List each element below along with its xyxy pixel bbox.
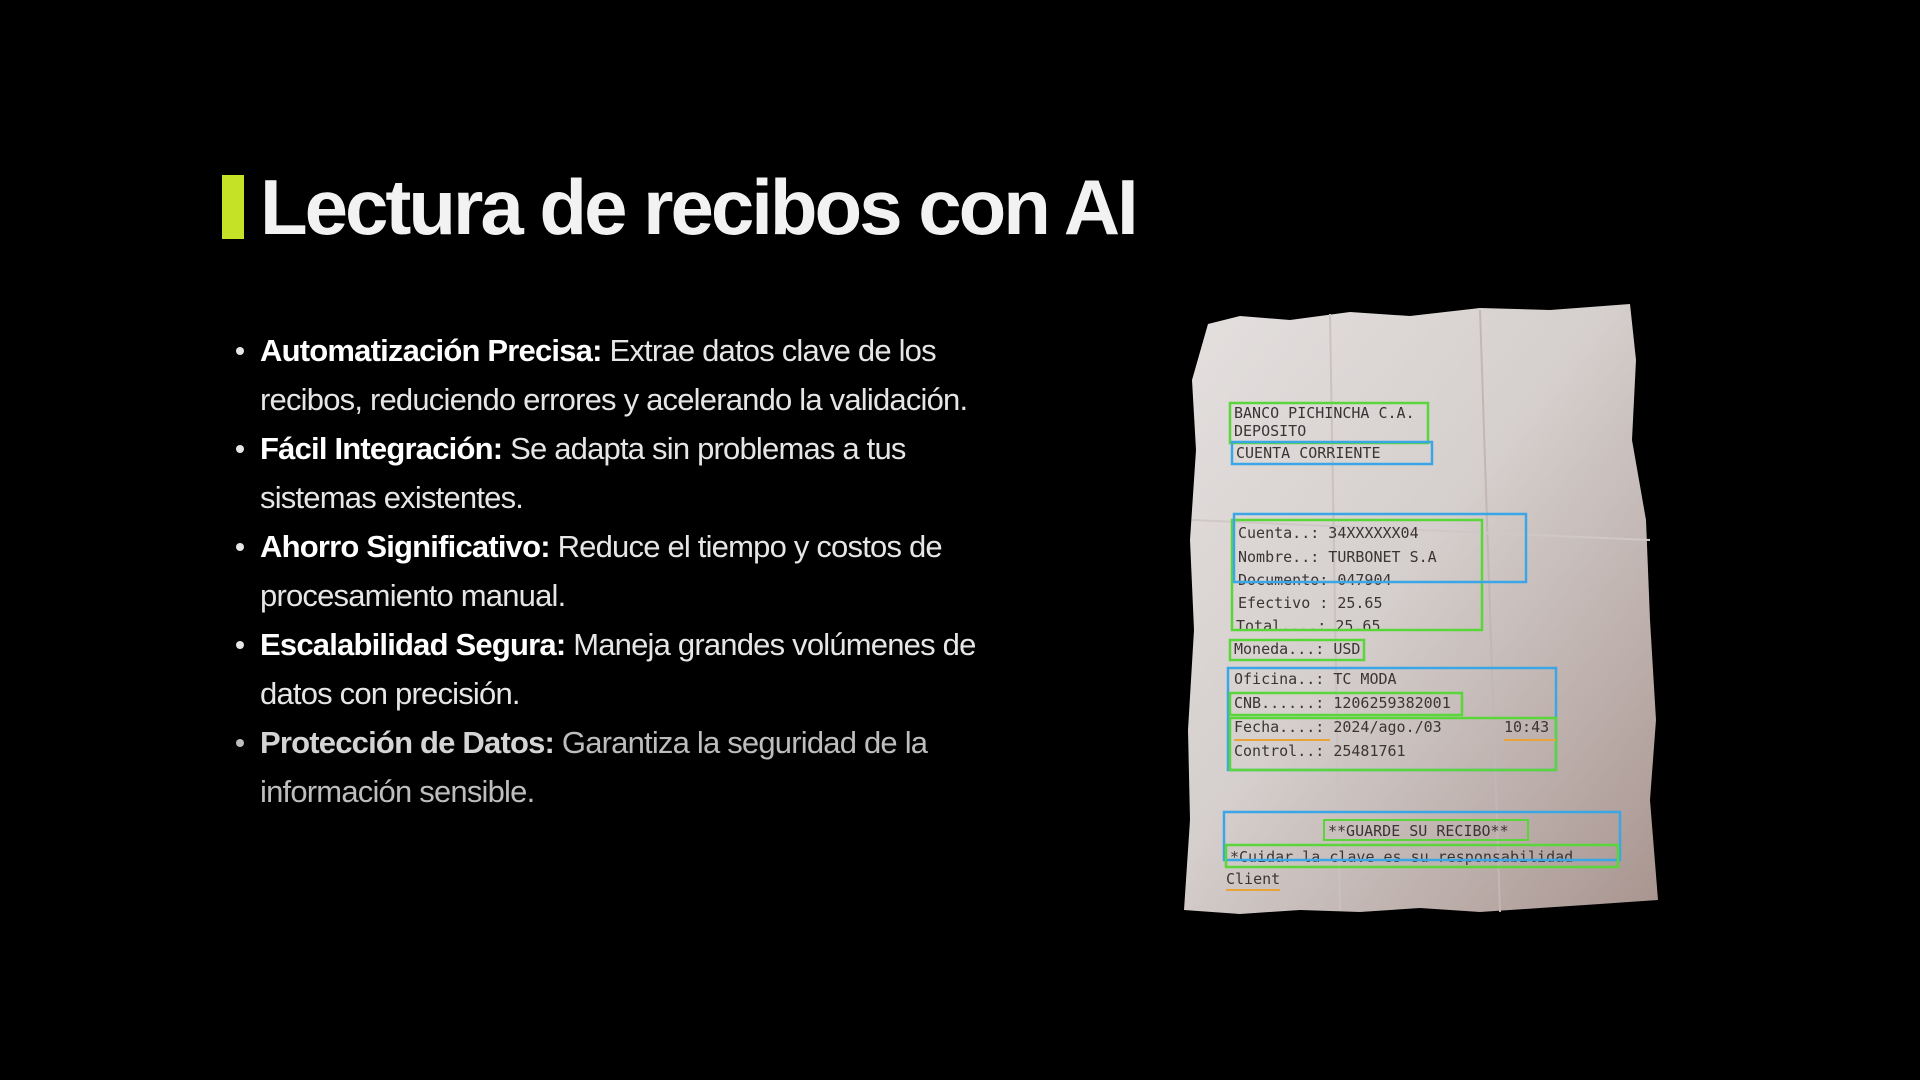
bullet-label: Protección de Datos:: [260, 725, 555, 760]
receipt-line: Oficina..: TC MODA: [1234, 670, 1397, 688]
receipt-line: CUENTA CORRIENTE: [1236, 444, 1381, 462]
receipt-line: *Cuidar la clave es su responsabilidad: [1230, 848, 1573, 866]
receipt-illustration: BANCO PICHINCHA C.A. DEPOSITO CUENTA COR…: [1184, 304, 1658, 914]
slide-title-group: Lectura de recibos con AI: [222, 162, 1139, 252]
list-item: Fácil Integración: Se adapta sin problem…: [236, 424, 1020, 522]
list-item: Automatización Precisa: Extrae datos cla…: [236, 326, 1020, 424]
bullet-label: Ahorro Significativo:: [260, 529, 551, 564]
receipt-line: Cuenta..: 34XXXXXX04: [1238, 524, 1419, 542]
receipt-line: Nombre..: TURBONET S.A: [1238, 548, 1437, 566]
bullet-label: Escalabilidad Segura:: [260, 627, 566, 662]
receipt-line: BANCO PICHINCHA C.A.: [1234, 404, 1415, 422]
receipt-line: CNB......: 1206259382001: [1234, 694, 1451, 712]
receipt-line: Client: [1226, 870, 1280, 888]
receipt-line: Documento: 047904: [1238, 571, 1392, 589]
receipt-line: 10:43: [1504, 718, 1549, 736]
bullet-label: Automatización Precisa:: [260, 333, 602, 368]
receipt-line: Control..: 25481761: [1234, 742, 1406, 760]
receipt-line: **GUARDE SU RECIBO**: [1328, 822, 1509, 840]
receipt-line: Moneda...: USD: [1234, 640, 1360, 658]
receipt-line: Total....: 25.65: [1236, 617, 1381, 635]
feature-list: Automatización Precisa: Extrae datos cla…: [228, 326, 1020, 816]
receipt-image: BANCO PICHINCHA C.A. DEPOSITO CUENTA COR…: [1180, 300, 1660, 920]
bullet-label: Fácil Integración:: [260, 431, 503, 466]
receipt-line: Efectivo : 25.65: [1238, 594, 1383, 612]
list-item: Ahorro Significativo: Reduce el tiempo y…: [236, 522, 1020, 620]
slide-title: Lectura de recibos con AI: [260, 163, 1139, 251]
list-item: Escalabilidad Segura: Maneja grandes vol…: [236, 620, 1020, 718]
receipt-line: Fecha....: 2024/ago./03: [1234, 718, 1442, 736]
accent-bar: [222, 175, 244, 239]
receipt-line: DEPOSITO: [1234, 422, 1306, 440]
list-item: Protección de Datos: Garantiza la seguri…: [236, 718, 1020, 816]
